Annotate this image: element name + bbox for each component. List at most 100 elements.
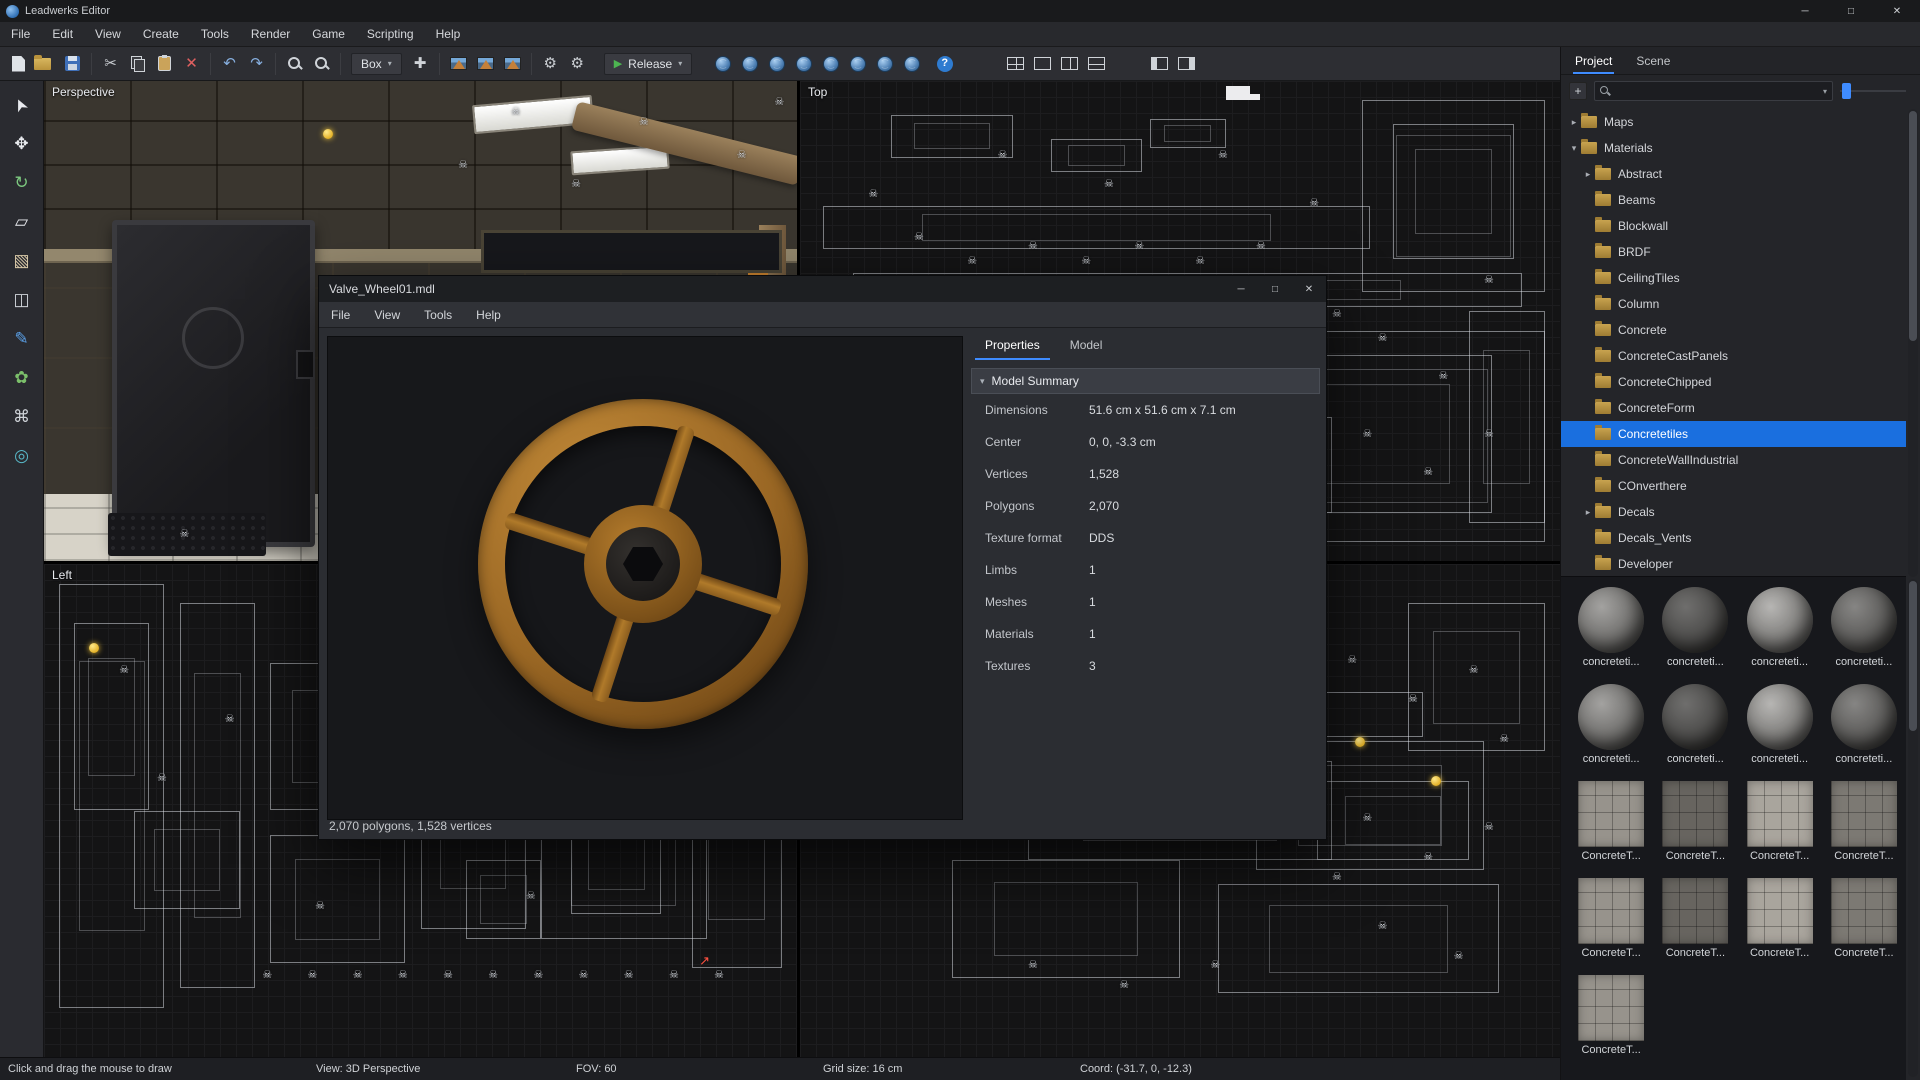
face-tool-button[interactable]: ▱ [7,208,37,236]
expander-collapsed-icon[interactable]: ▸ [1567,117,1581,128]
panel-left-toggle-button[interactable] [1146,51,1173,77]
delete-button[interactable]: ✕ [178,51,205,77]
rotate-tool-button[interactable]: ↻ [7,169,37,197]
entity-skull-icon[interactable]: ☠ [1028,239,1038,252]
expander-collapsed-icon[interactable]: ▸ [1581,507,1595,518]
entity-skull-icon[interactable]: ☠ [1454,949,1464,962]
tree-item-concretewallindustrial[interactable]: ConcreteWallIndustrial [1561,447,1906,473]
csg-brush-tool-button[interactable]: ▧ [7,247,37,275]
entity-skull-icon[interactable]: ☠ [262,968,272,981]
material-thumbnail[interactable]: ConcreteT... [1738,781,1822,878]
entity-skull-icon[interactable]: ☠ [1484,820,1494,833]
material-thumbnail[interactable]: ConcreteT... [1822,878,1906,975]
help-button[interactable] [931,51,958,77]
light-entity-icon[interactable] [323,129,333,139]
menu-view[interactable]: View [84,23,132,45]
zoom-in-button[interactable] [281,51,308,77]
add-primitive-button[interactable]: ✚ [407,51,434,77]
tree-item-ceilingtiles[interactable]: CeilingTiles [1561,265,1906,291]
material-thumbnail[interactable]: ConcreteT... [1569,781,1653,878]
material-thumbnail[interactable]: concreteti... [1569,587,1653,684]
menu-tools[interactable]: Tools [190,23,240,45]
maximize-button[interactable]: □ [1828,0,1874,22]
entity-skull-icon[interactable]: ☠ [526,889,536,902]
entity-skull-icon[interactable]: ☠ [1104,177,1114,190]
primitive-dropdown[interactable]: Box▾ [351,53,402,75]
entity-skull-icon[interactable]: ☠ [353,968,363,981]
tree-item-materials[interactable]: ▾Materials [1561,135,1906,161]
menu-render[interactable]: Render [240,23,301,45]
cut-button[interactable]: ✂ [97,51,124,77]
close-button[interactable]: ✕ [1874,0,1920,22]
tab-scene[interactable]: Scene [1634,49,1672,74]
tree-scrollbar[interactable] [1908,109,1918,577]
entity-skull-icon[interactable]: ☠ [511,105,521,118]
thumbnail-size-slider[interactable] [1840,82,1906,100]
tree-item-decals_vents[interactable]: Decals_Vents [1561,525,1906,551]
entity-skull-icon[interactable]: ☠ [488,968,498,981]
model-window-titlebar[interactable]: Valve_Wheel01.mdl ─ □ ✕ [319,276,1326,302]
terrain-paint-button[interactable] [472,51,499,77]
model-summary-header[interactable]: ▾ Model Summary [971,368,1320,394]
material-thumbnail[interactable]: ConcreteT... [1653,781,1737,878]
layout-single-button[interactable] [1029,51,1056,77]
tree-item-converthere[interactable]: COnverthere [1561,473,1906,499]
tree-item-concretetiles[interactable]: Concretetiles [1561,421,1906,447]
entity-skull-icon[interactable]: ☠ [225,712,235,725]
light-entity-icon[interactable] [1355,737,1365,747]
tab-properties[interactable]: Properties [975,332,1050,360]
layout-split-horizontal-button[interactable] [1083,51,1110,77]
entity-skull-icon[interactable]: ☠ [1378,331,1388,344]
material-thumbnail[interactable]: concreteti... [1822,684,1906,781]
minimize-button[interactable]: ─ [1782,0,1828,22]
tree-item-blockwall[interactable]: Blockwall [1561,213,1906,239]
entity-skull-icon[interactable]: ☠ [1218,148,1228,161]
model-tool-button[interactable]: ◫ [7,286,37,314]
entity-skull-icon[interactable]: ☠ [967,254,977,267]
entity-skull-icon[interactable]: ☠ [533,968,543,981]
model-window-minimize-button[interactable]: ─ [1224,276,1258,302]
menu-edit[interactable]: Edit [41,23,84,45]
layout-quad-button[interactable] [1002,51,1029,77]
entity-skull-icon[interactable]: ☠ [157,771,167,784]
light-entity-icon[interactable] [89,643,99,653]
probe-tool-button[interactable]: ◎ [7,442,37,470]
globe-button[interactable] [790,51,817,77]
globe-button[interactable] [817,51,844,77]
entity-skull-icon[interactable]: ☠ [1362,427,1372,440]
entity-skull-icon[interactable]: ☠ [998,148,1008,161]
entity-skull-icon[interactable]: ☠ [1484,273,1494,286]
entity-skull-icon[interactable]: ☠ [1332,870,1342,883]
material-thumbnail[interactable]: concreteti... [1738,587,1822,684]
menu-game[interactable]: Game [301,23,356,45]
select-tool-button[interactable]: ➤ [7,91,37,119]
tree-item-beams[interactable]: Beams [1561,187,1906,213]
panel-right-toggle-button[interactable] [1173,51,1200,77]
model-preview-viewport[interactable] [327,336,963,820]
menu-create[interactable]: Create [132,23,190,45]
entity-skull-icon[interactable]: ☠ [1484,427,1494,440]
model-window-maximize-button[interactable]: □ [1258,276,1292,302]
tree-item-decals[interactable]: ▸Decals [1561,499,1906,525]
new-file-button[interactable] [5,51,32,77]
search-input[interactable] [1616,84,1818,98]
hierarchy-tool-button[interactable]: ⌘ [7,403,37,431]
terrain-heightmap-button[interactable] [445,51,472,77]
run-mode-dropdown[interactable]: ▶Release▾ [604,53,693,75]
material-thumbnail[interactable]: concreteti... [1569,684,1653,781]
globe-button[interactable] [871,51,898,77]
menu-scripting[interactable]: Scripting [356,23,425,45]
open-folder-button[interactable] [32,51,59,77]
entity-skull-icon[interactable]: ☠ [119,663,129,676]
entity-skull-icon[interactable]: ☠ [1423,850,1433,863]
tree-item-concretechipped[interactable]: ConcreteChipped [1561,369,1906,395]
tab-model[interactable]: Model [1060,332,1113,360]
editor-options-gear-button[interactable]: ⚙ [564,51,591,77]
entity-skull-icon[interactable]: ☠ [1210,958,1220,971]
globe-button[interactable] [709,51,736,77]
model-menu-file[interactable]: File [319,304,362,326]
entity-skull-icon[interactable]: ☠ [1195,254,1205,267]
material-thumbnail[interactable]: concreteti... [1738,684,1822,781]
thumbnail-scrollbar-thumb[interactable] [1909,581,1917,731]
tree-item-developer[interactable]: Developer [1561,551,1906,577]
